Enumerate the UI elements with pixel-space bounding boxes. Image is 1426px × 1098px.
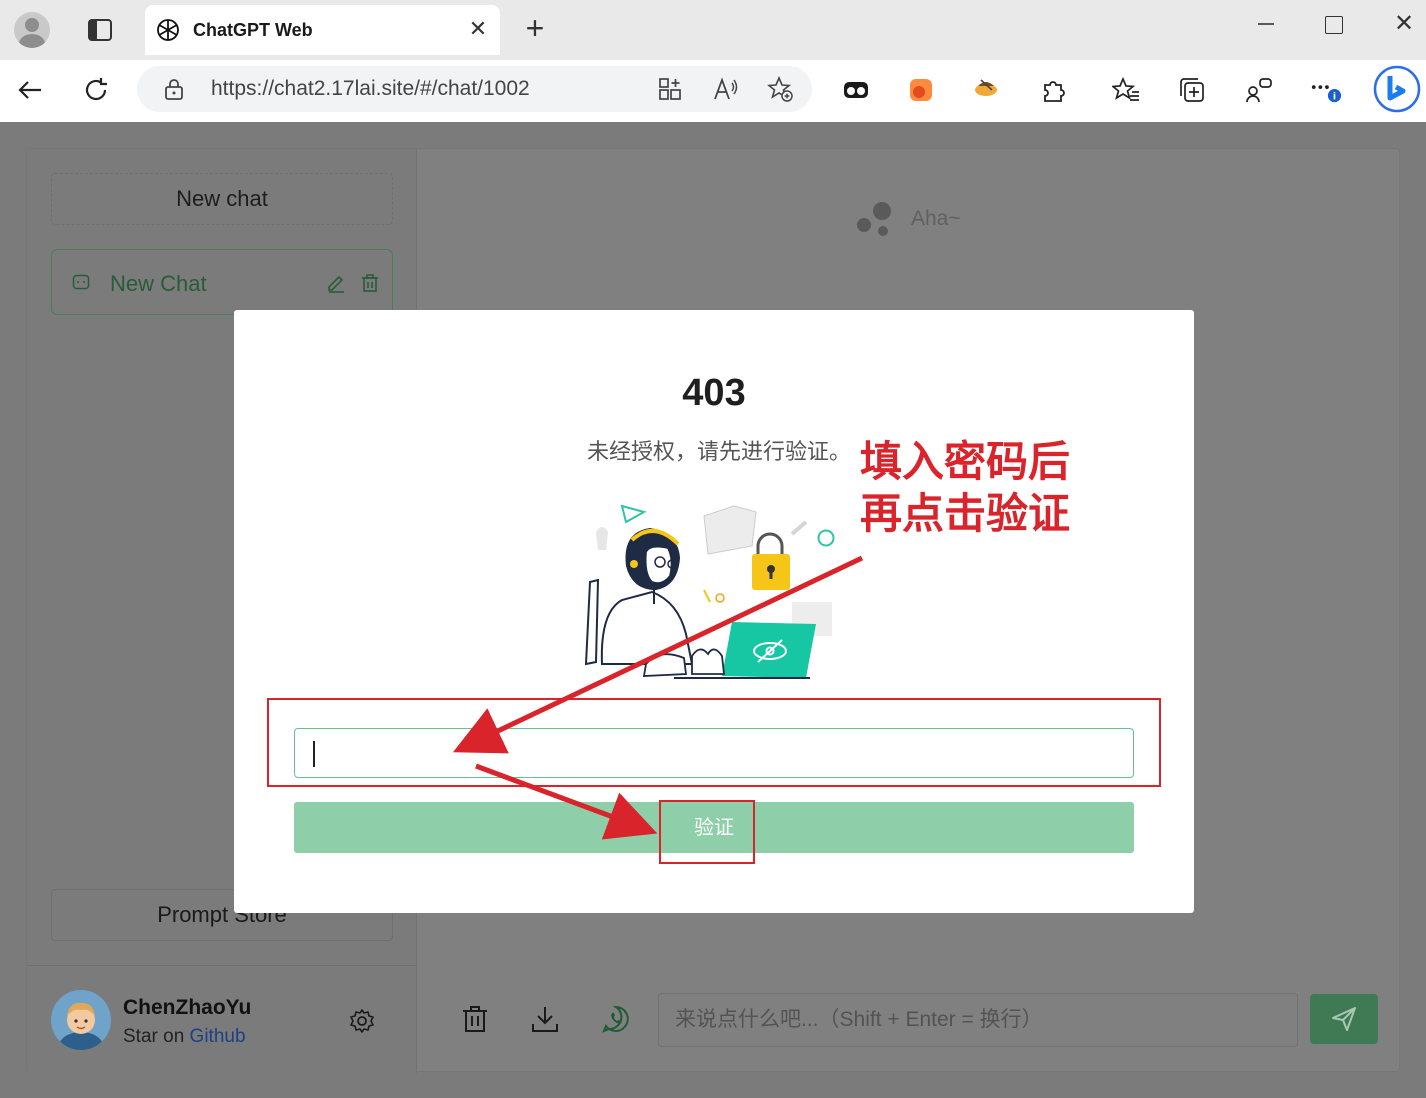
openai-logo-icon	[155, 17, 181, 43]
github-link[interactable]: Github	[190, 1026, 246, 1047]
browser-tab-bar: ChatGPT Web ✕ + ✕	[0, 0, 1426, 60]
settings-gear-icon[interactable]	[349, 1008, 375, 1034]
download-icon[interactable]	[530, 1004, 560, 1034]
auth-modal: 403 未经授权，请先进行验证。 验证	[234, 310, 1194, 913]
message-icon	[72, 273, 90, 291]
tab-title: ChatGPT Web	[193, 20, 313, 40]
more-options-icon[interactable]: i	[1310, 74, 1342, 106]
url-text[interactable]: https://chat2.17lai.site/#/chat/1002	[211, 77, 530, 101]
svg-text:i: i	[1333, 91, 1336, 102]
refresh-icon[interactable]	[80, 74, 112, 106]
send-button[interactable]	[1310, 994, 1378, 1044]
new-tab-button[interactable]: +	[518, 12, 552, 46]
profile-avatar-icon[interactable]	[14, 12, 50, 48]
send-icon	[1332, 1007, 1356, 1031]
context-whatsapp-icon[interactable]	[601, 1004, 631, 1034]
edit-icon[interactable]	[326, 273, 346, 293]
github-star-text: Star on Github	[123, 1026, 246, 1048]
sidebar-item-new-chat[interactable]: New Chat	[51, 249, 393, 315]
annotation-line-1: 填入密码后	[860, 438, 1071, 485]
bing-copilot-icon[interactable]	[1372, 64, 1422, 114]
collections-icon[interactable]	[1176, 74, 1208, 106]
delete-icon[interactable]	[360, 273, 380, 293]
browser-nav-bar: https://chat2.17lai.site/#/chat/1002 i	[0, 60, 1426, 122]
star-prefix: Star on	[123, 1026, 190, 1047]
window-close-icon[interactable]: ✕	[1392, 12, 1416, 36]
unauthorized-illustration	[574, 494, 844, 684]
bubbles-logo-icon	[856, 201, 896, 241]
tab-actions-icon[interactable]	[86, 16, 114, 44]
address-bar[interactable]: https://chat2.17lai.site/#/chat/1002	[137, 66, 812, 112]
empty-state-text: Aha~	[911, 207, 961, 230]
annotation-text: 填入密码后 再点击验证	[860, 436, 1070, 540]
tab-close-icon[interactable]: ✕	[466, 17, 490, 41]
tab-chatgpt-web[interactable]: ChatGPT Web ✕	[145, 5, 500, 55]
extension-bowl-icon[interactable]	[970, 72, 1002, 104]
read-aloud-icon[interactable]	[713, 76, 739, 102]
extensions-puzzle-icon[interactable]	[1038, 74, 1070, 106]
chat-item-label: New Chat	[110, 271, 207, 296]
chat-message-input[interactable]: 来说点什么吧...（Shift + Enter = 换行）	[658, 993, 1298, 1047]
site-info-lock-icon[interactable]	[163, 78, 185, 100]
favorites-icon[interactable]	[1110, 74, 1142, 106]
password-input[interactable]	[294, 728, 1134, 778]
maximize-icon[interactable]	[1325, 16, 1343, 34]
back-arrow-icon[interactable]	[14, 74, 46, 106]
extension-mask-icon[interactable]	[840, 74, 872, 106]
verify-button[interactable]: 验证	[294, 802, 1134, 853]
app-available-icon[interactable]	[657, 76, 683, 102]
modal-title: 403	[682, 372, 746, 414]
avatar	[51, 990, 111, 1050]
new-chat-button[interactable]: New chat	[51, 173, 393, 225]
user-panel: ChenZhaoYu Star on Github	[27, 965, 417, 1073]
annotation-line-2: 再点击验证	[860, 490, 1071, 537]
profiles-share-icon[interactable]	[1243, 74, 1275, 106]
minimize-icon[interactable]	[1256, 14, 1276, 34]
add-favorite-icon[interactable]	[767, 76, 793, 102]
user-name: ChenZhaoYu	[123, 996, 252, 1019]
extension-orange-icon[interactable]	[905, 74, 937, 106]
clear-chat-trash-icon[interactable]	[460, 1004, 490, 1034]
text-caret	[313, 741, 315, 767]
